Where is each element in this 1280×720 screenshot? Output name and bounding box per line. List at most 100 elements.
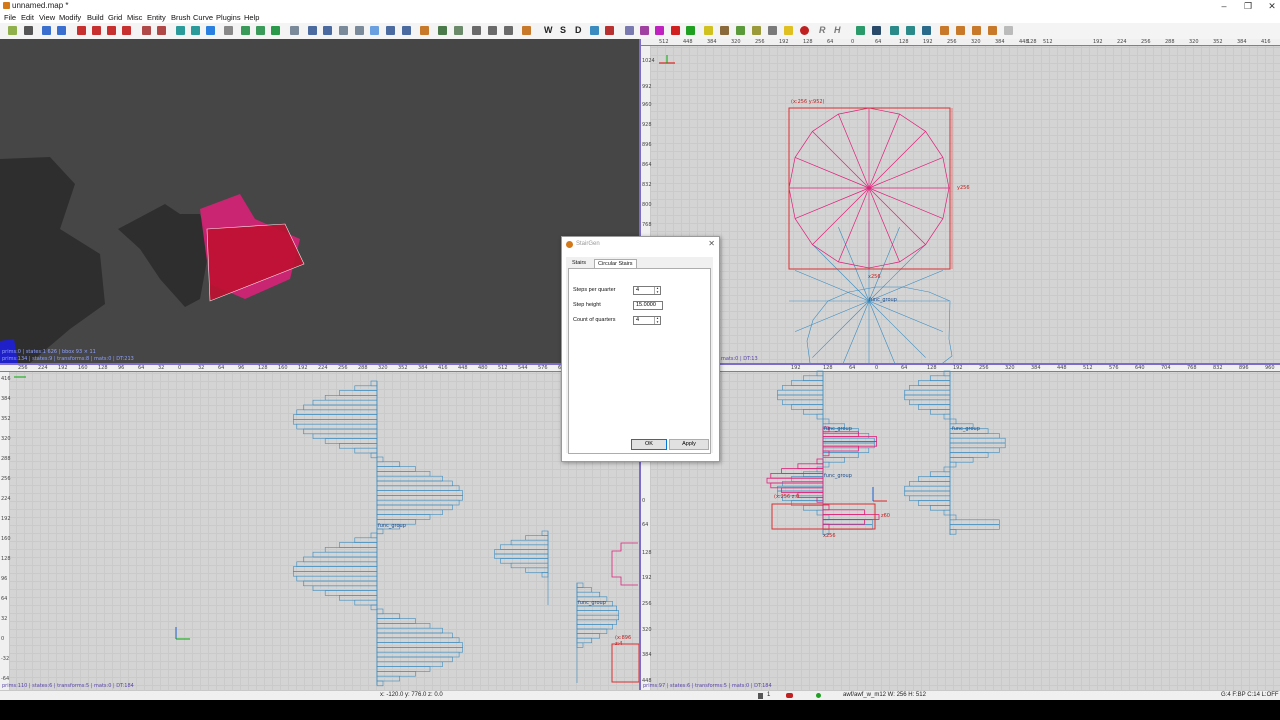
- select-inside-icon[interactable]: [142, 26, 151, 35]
- scale-icon[interactable]: [323, 26, 332, 35]
- filter-icon[interactable]: [625, 26, 634, 35]
- clip-icon[interactable]: [355, 26, 364, 35]
- surface-inspector-icon[interactable]: [504, 26, 513, 35]
- toolbar-d[interactable]: D: [575, 25, 582, 35]
- steps-per-quarter-spinner[interactable]: ▲ ▼: [654, 286, 660, 294]
- bobtoolz-icon[interactable]: [890, 26, 899, 35]
- filter-world-icon[interactable]: [640, 26, 649, 35]
- rotate-x-icon[interactable]: [107, 26, 116, 35]
- tool-c-icon[interactable]: [972, 26, 981, 35]
- minimize-button[interactable]: –: [1212, 0, 1236, 12]
- vertex-edit-icon[interactable]: [370, 26, 379, 35]
- pen-icon[interactable]: [605, 26, 614, 35]
- side-selected-stairs[interactable]: [766, 426, 880, 530]
- bbox-corner-label: (x:256 y:952): [791, 99, 825, 105]
- dialog-close-icon[interactable]: ✕: [708, 239, 715, 248]
- toolbar-r[interactable]: R: [819, 25, 826, 35]
- move-icon[interactable]: [290, 26, 299, 35]
- filter-entities-icon[interactable]: [655, 26, 664, 35]
- down-arrow-icon[interactable]: [922, 26, 931, 35]
- side-stairs-1: [777, 370, 875, 535]
- entity-list-icon[interactable]: [488, 26, 497, 35]
- menu-edit[interactable]: Edit: [21, 13, 34, 22]
- redo-icon[interactable]: [57, 26, 66, 35]
- refresh-icon[interactable]: [856, 26, 865, 35]
- steps-per-quarter-input[interactable]: 4 ▲ ▼: [633, 286, 661, 295]
- brush-count-icon: [758, 693, 763, 699]
- rotate-y-icon[interactable]: [122, 26, 131, 35]
- front-selected-stairs[interactable]: [611, 542, 638, 586]
- region-icon[interactable]: [522, 26, 531, 35]
- toolbar-s[interactable]: S: [560, 25, 566, 35]
- csg-subtract-icon[interactable]: [176, 26, 185, 35]
- cubic-clip-icon[interactable]: [256, 26, 265, 35]
- filter-clips-icon[interactable]: [736, 26, 745, 35]
- menu-file[interactable]: File: [4, 13, 16, 22]
- brush-list-icon[interactable]: [472, 26, 481, 35]
- menu-entity[interactable]: Entity: [147, 13, 166, 22]
- menu-curve[interactable]: Curve: [193, 13, 213, 22]
- step-height-input[interactable]: 15.0000: [633, 301, 663, 310]
- select-touching-icon[interactable]: [157, 26, 166, 35]
- menu-grid[interactable]: Grid: [108, 13, 122, 22]
- side-group-label-3: func_group: [952, 426, 980, 432]
- filter-paths-icon[interactable]: [752, 26, 761, 35]
- undo-icon[interactable]: [42, 26, 51, 35]
- tool-b-icon[interactable]: [956, 26, 965, 35]
- tool-d-icon[interactable]: [988, 26, 997, 35]
- flip-x-icon[interactable]: [77, 26, 86, 35]
- restore-button[interactable]: ❐: [1236, 0, 1260, 12]
- menu-misc[interactable]: Misc: [127, 13, 142, 22]
- flip-y-icon[interactable]: [92, 26, 101, 35]
- filter-clusterportals-icon[interactable]: [768, 26, 777, 35]
- tool-a-icon[interactable]: [940, 26, 949, 35]
- menu-modify[interactable]: Modify: [59, 13, 81, 22]
- texture-lock-icon[interactable]: [420, 26, 429, 35]
- filter-caulk-icon[interactable]: [720, 26, 729, 35]
- resize-icon[interactable]: [339, 26, 348, 35]
- rotate-icon[interactable]: [308, 26, 317, 35]
- filter-liquids-icon[interactable]: [704, 26, 713, 35]
- apply-button[interactable]: Apply: [669, 439, 709, 450]
- top-info: mats:0 | DT:13: [721, 356, 758, 362]
- ok-button[interactable]: OK: [631, 439, 667, 450]
- close-button[interactable]: ✕: [1260, 0, 1280, 12]
- toolbar-w[interactable]: W: [544, 25, 553, 35]
- patch-icon[interactable]: [454, 26, 463, 35]
- change-views-icon[interactable]: [241, 26, 250, 35]
- menu-view[interactable]: View: [39, 13, 55, 22]
- perspective-viewport[interactable]: prims:0 | states:1 626 | bbox 93 × 11 pr…: [0, 39, 639, 363]
- entity-icon: [786, 693, 793, 698]
- drop-icon[interactable]: [906, 26, 915, 35]
- plugin-icon[interactable]: [590, 26, 599, 35]
- menu-help[interactable]: Help: [244, 13, 259, 22]
- csg-merge-icon[interactable]: [191, 26, 200, 35]
- title-bar: unnamed.map * – ❐ ✕: [0, 0, 1280, 12]
- camera-icon[interactable]: [271, 26, 280, 35]
- edge-edit-icon[interactable]: [402, 26, 411, 35]
- shader-icon[interactable]: [872, 26, 881, 35]
- clipper-icon[interactable]: [224, 26, 233, 35]
- texture-icon[interactable]: [438, 26, 447, 35]
- step-height-value: 15.0000: [636, 302, 656, 308]
- count-of-quarters-input[interactable]: 4 ▲ ▼: [633, 316, 661, 325]
- save-icon[interactable]: [24, 26, 33, 35]
- record-icon[interactable]: [800, 26, 809, 35]
- selected-circular-stairs-top[interactable]: [788, 107, 950, 269]
- filter-lights-icon[interactable]: [784, 26, 793, 35]
- filter-translucent-icon[interactable]: [686, 26, 695, 35]
- open-icon[interactable]: [8, 26, 17, 35]
- face-edit-icon[interactable]: [386, 26, 395, 35]
- side-viewport[interactable]: 192 128 64 0 64 128 192 256 320 384 448 …: [641, 365, 1280, 690]
- menu-brush[interactable]: Brush: [171, 13, 191, 22]
- steps-per-quarter-value: 4: [636, 287, 640, 293]
- front-viewport[interactable]: 256 224 192 160 128 96 64 32 0 32 64 96 …: [0, 365, 639, 690]
- count-of-quarters-spinner[interactable]: ▲ ▼: [654, 316, 660, 324]
- tool-e-icon[interactable]: [1004, 26, 1013, 35]
- top-viewport[interactable]: 512 448 384 320 256 192 128 64 0 64 128 …: [641, 39, 1280, 363]
- menu-plugins[interactable]: Plugins: [216, 13, 241, 22]
- toolbar-h[interactable]: H: [834, 25, 841, 35]
- menu-build[interactable]: Build: [87, 13, 104, 22]
- filter-areaportals-icon[interactable]: [671, 26, 680, 35]
- hollow-icon[interactable]: [206, 26, 215, 35]
